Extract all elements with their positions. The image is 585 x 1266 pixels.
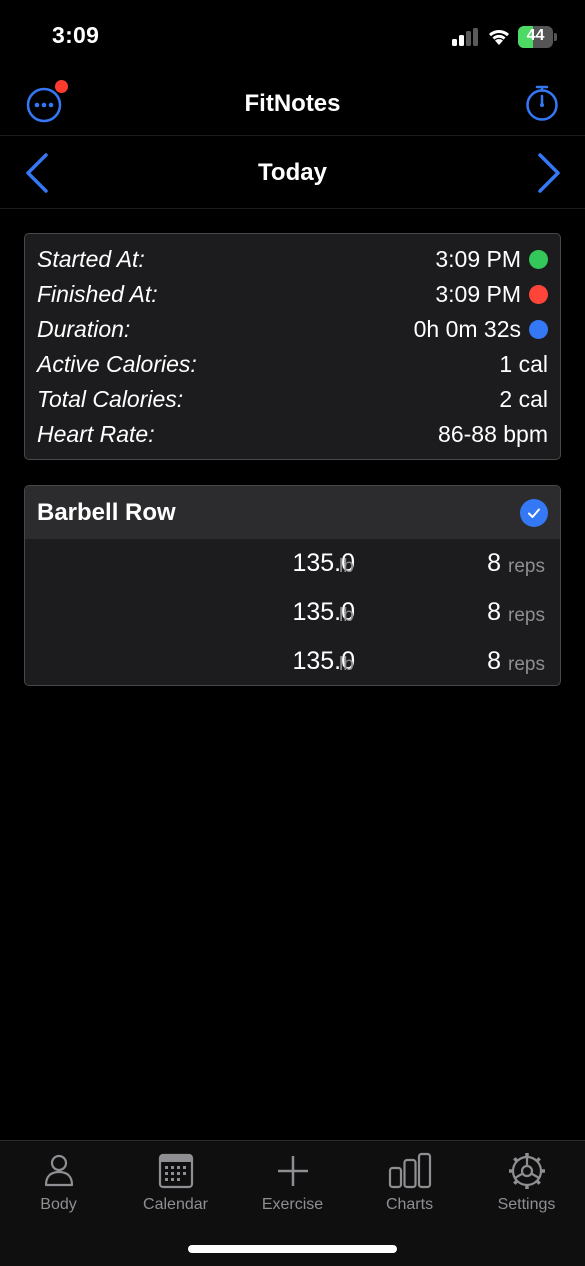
gear-icon xyxy=(508,1153,545,1189)
cellular-signal-icon xyxy=(452,28,478,46)
exercise-card[interactable]: Barbell Row 135.0 lb 8 reps 135.0 lb 8 reps 135.… xyxy=(24,485,561,686)
stat-value: 1 cal xyxy=(499,351,548,377)
set-list: 135.0 lb 8 reps 135.0 lb 8 reps 135.0 lb 8 reps xyxy=(25,539,560,685)
stat-row: Started At: 3:09 PM xyxy=(37,242,548,277)
tab-label: Exercise xyxy=(261,1196,324,1213)
tab-label: Settings xyxy=(497,1196,556,1213)
set-weight-unit: lb xyxy=(339,605,354,626)
chevron-right-icon[interactable] xyxy=(532,151,564,195)
set-reps-unit: reps xyxy=(508,556,545,577)
stat-value: 3:09 PM xyxy=(435,281,521,307)
wifi-icon xyxy=(489,30,509,45)
stat-value-group: 2 cal xyxy=(499,386,548,413)
date-navigator: Today xyxy=(0,137,585,209)
stopwatch-icon[interactable] xyxy=(523,84,561,122)
set-row[interactable]: 135.0 lb 8 reps xyxy=(25,588,560,637)
stat-value: 3:09 PM xyxy=(435,246,521,272)
battery-icon: 44 xyxy=(518,26,557,48)
stat-value: 86-88 bpm xyxy=(438,421,548,447)
set-weight-unit: lb xyxy=(339,556,354,577)
stat-value-group: 3:09 PM xyxy=(435,246,548,273)
workout-stats-card[interactable]: Started At: 3:09 PM Finished At: 3:09 PM Dur… xyxy=(24,233,561,460)
tab-charts[interactable]: Charts xyxy=(351,1151,468,1221)
exercise-header[interactable]: Barbell Row xyxy=(25,486,560,539)
battery-level: 44 xyxy=(526,27,545,44)
set-weight-unit: lb xyxy=(339,654,354,675)
tab-calendar[interactable]: Calendar xyxy=(117,1151,234,1221)
set-reps: 8 xyxy=(487,598,501,626)
tab-exercise[interactable]: Exercise xyxy=(234,1151,351,1221)
stat-value: 2 cal xyxy=(499,386,548,412)
bar-chart-icon xyxy=(388,1152,431,1189)
set-row[interactable]: 135.0 lb 8 reps xyxy=(25,539,560,588)
stat-label: Started At: xyxy=(37,246,145,272)
date-title: Today xyxy=(258,159,327,186)
stat-value: 0h 0m 32s xyxy=(413,316,521,342)
stat-value-group: 86-88 bpm xyxy=(438,421,548,448)
stat-label: Active Calories: xyxy=(37,351,197,377)
stat-value-group: 3:09 PM xyxy=(435,281,548,308)
status-bar: 3:09 44 xyxy=(0,0,585,72)
tab-label: Charts xyxy=(385,1196,434,1213)
nav-bar: FitNotes xyxy=(0,72,585,136)
stat-row: Finished At: 3:09 PM xyxy=(37,277,548,312)
tab-label: Calendar xyxy=(143,1196,208,1213)
person-icon xyxy=(44,1154,73,1187)
set-reps-unit: reps xyxy=(508,654,545,675)
stat-label: Duration: xyxy=(37,316,131,342)
status-time: 3:09 xyxy=(52,22,100,48)
set-reps: 8 xyxy=(487,647,501,675)
stat-row: Active Calories: 1 cal xyxy=(37,347,548,382)
stat-row: Duration: 0h 0m 32s xyxy=(37,312,548,347)
stat-label: Total Calories: xyxy=(37,386,184,412)
status-dot-icon xyxy=(529,320,548,339)
calendar-icon xyxy=(158,1153,193,1189)
status-dot-icon xyxy=(529,285,548,304)
tab-body[interactable]: Body xyxy=(0,1151,117,1221)
stat-label: Finished At: xyxy=(37,281,158,307)
stat-value-group: 0h 0m 32s xyxy=(414,316,548,343)
set-reps: 8 xyxy=(487,549,501,577)
exercise-name: Barbell Row xyxy=(37,498,176,526)
stat-value-group: 1 cal xyxy=(499,351,548,378)
checkmark-circle-icon[interactable] xyxy=(520,498,548,527)
stat-row: Total Calories: 2 cal xyxy=(37,382,548,417)
status-dot-icon xyxy=(529,250,548,269)
tab-label: Body xyxy=(40,1196,77,1213)
plus-icon xyxy=(277,1156,308,1186)
set-row[interactable]: 135.0 lb 8 reps xyxy=(25,637,560,685)
tab-settings[interactable]: Settings xyxy=(468,1151,585,1221)
app-title: FitNotes xyxy=(244,90,341,117)
set-reps-unit: reps xyxy=(508,605,545,626)
home-indicator[interactable] xyxy=(188,1245,397,1253)
stat-row: Heart Rate: 86-88 bpm xyxy=(37,417,548,452)
stat-label: Heart Rate: xyxy=(37,421,155,447)
